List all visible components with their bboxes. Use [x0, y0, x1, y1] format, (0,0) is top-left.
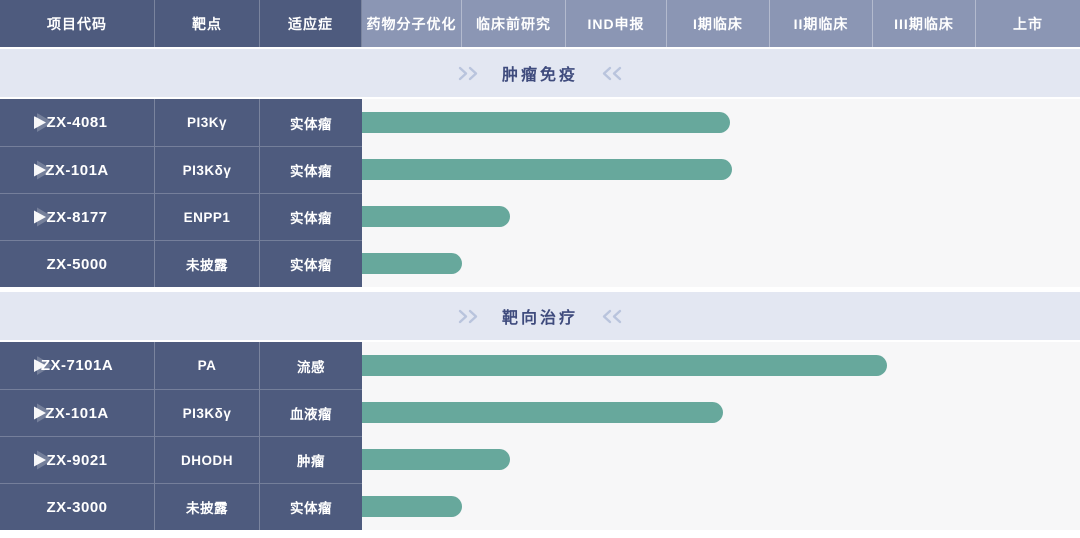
progress-track: [362, 193, 1080, 240]
progress-track: [362, 389, 1080, 436]
play-icon[interactable]: [34, 116, 46, 129]
indication-label: 血液瘤: [290, 403, 332, 423]
col-phase2: II期临床: [770, 0, 873, 47]
table-row: ZX-7101A PA 流感: [0, 342, 1080, 389]
indication-label: 实体瘤: [290, 113, 332, 133]
section-band-targeted-therapy: 靶向治疗: [0, 292, 1080, 340]
project-code: ZX-8177: [46, 209, 107, 226]
section-rows-targeted-therapy: ZX-7101A PA 流感 ZX-101A PI3Kδγ 血液瘤 ZX-902…: [0, 342, 1080, 530]
target-cell: PI3Kγ: [155, 99, 260, 146]
section-rows-tumor-immunity: ZX-4081 PI3Kγ 实体瘤 ZX-101A PI3Kδγ 实体瘤 ZX-…: [0, 99, 1080, 287]
col-market: 上市: [976, 0, 1080, 47]
progress-track: [362, 99, 1080, 146]
col-project-code: 项目代码: [0, 0, 155, 47]
play-icon[interactable]: [34, 164, 46, 177]
play-icon[interactable]: [34, 359, 46, 372]
table-row: ZX-9021 DHODH 肿瘤: [0, 436, 1080, 483]
indication-cell: 实体瘤: [260, 193, 362, 240]
col-phase1: I期临床: [667, 0, 770, 47]
project-code: ZX-101A: [45, 162, 109, 179]
project-code-cell[interactable]: ZX-7101A: [0, 342, 155, 389]
chevrons-right-icon: [458, 66, 484, 81]
table-row: ZX-101A PI3Kδγ 实体瘤: [0, 146, 1080, 193]
progress-bar: [362, 112, 730, 133]
progress-bar: [362, 449, 510, 470]
pipeline-page: 项目代码 靶点 适应症 药物分子优化 临床前研究 IND申报 I期临床 II期临…: [0, 0, 1080, 538]
indication-cell: 流感: [260, 342, 362, 389]
target-cell: 未披露: [155, 240, 260, 287]
target-label: 未披露: [186, 497, 228, 517]
indication-label: 实体瘤: [290, 160, 332, 180]
target-cell: PI3Kδγ: [155, 389, 260, 436]
project-code: ZX-101A: [45, 405, 109, 422]
progress-bar: [362, 496, 462, 517]
project-code: ZX-9021: [46, 452, 107, 469]
section-band-tumor-immunity: 肿瘤免疫: [0, 49, 1080, 97]
col-ind-filing: IND申报: [566, 0, 667, 47]
target-label: PI3Kδγ: [183, 163, 232, 178]
progress-track: [362, 436, 1080, 483]
target-cell: ENPP1: [155, 193, 260, 240]
progress-bar: [362, 206, 510, 227]
project-code-cell[interactable]: ZX-5000: [0, 240, 155, 287]
target-label: PI3Kγ: [187, 115, 227, 130]
indication-label: 实体瘤: [290, 497, 332, 517]
play-icon[interactable]: [34, 454, 46, 467]
progress-track: [362, 146, 1080, 193]
target-label: PI3Kδγ: [183, 406, 232, 421]
project-code-cell[interactable]: ZX-101A: [0, 389, 155, 436]
indication-cell: 实体瘤: [260, 146, 362, 193]
progress-bar: [362, 355, 887, 376]
table-row: ZX-5000 未披露 实体瘤: [0, 240, 1080, 287]
project-code-cell[interactable]: ZX-101A: [0, 146, 155, 193]
play-icon[interactable]: [34, 407, 46, 420]
table-row: ZX-3000 未披露 实体瘤: [0, 483, 1080, 530]
indication-cell: 实体瘤: [260, 240, 362, 287]
progress-track: [362, 342, 1080, 389]
table-row: ZX-101A PI3Kδγ 血液瘤: [0, 389, 1080, 436]
col-molecule-optimization: 药物分子优化: [362, 0, 462, 47]
chevrons-left-icon: [596, 66, 622, 81]
indication-label: 实体瘤: [290, 254, 332, 274]
project-code-cell[interactable]: ZX-4081: [0, 99, 155, 146]
indication-label: 肿瘤: [297, 450, 325, 470]
section-title: 肿瘤免疫: [502, 61, 578, 85]
table-header: 项目代码 靶点 适应症 药物分子优化 临床前研究 IND申报 I期临床 II期临…: [0, 0, 1080, 47]
col-preclinical: 临床前研究: [462, 0, 566, 47]
project-code: ZX-5000: [46, 256, 107, 273]
indication-label: 流感: [297, 356, 325, 376]
project-code: ZX-3000: [46, 499, 107, 516]
col-indication: 适应症: [260, 0, 362, 47]
indication-cell: 血液瘤: [260, 389, 362, 436]
table-row: ZX-8177 ENPP1 实体瘤: [0, 193, 1080, 240]
target-cell: 未披露: [155, 483, 260, 530]
project-code-cell[interactable]: ZX-3000: [0, 483, 155, 530]
chevrons-right-icon: [458, 309, 484, 324]
col-phase3: III期临床: [873, 0, 976, 47]
col-target: 靶点: [155, 0, 260, 47]
project-code: ZX-4081: [46, 114, 107, 131]
play-icon[interactable]: [34, 211, 46, 224]
target-label: DHODH: [181, 453, 233, 468]
progress-track: [362, 240, 1080, 287]
target-cell: DHODH: [155, 436, 260, 483]
indication-cell: 实体瘤: [260, 99, 362, 146]
target-cell: PA: [155, 342, 260, 389]
chevrons-left-icon: [596, 309, 622, 324]
project-code-cell[interactable]: ZX-8177: [0, 193, 155, 240]
project-code-cell[interactable]: ZX-9021: [0, 436, 155, 483]
target-label: 未披露: [186, 254, 228, 274]
indication-label: 实体瘤: [290, 207, 332, 227]
indication-cell: 实体瘤: [260, 483, 362, 530]
section-title: 靶向治疗: [502, 304, 578, 328]
table-row: ZX-4081 PI3Kγ 实体瘤: [0, 99, 1080, 146]
progress-track: [362, 483, 1080, 530]
indication-cell: 肿瘤: [260, 436, 362, 483]
progress-bar: [362, 402, 723, 423]
target-cell: PI3Kδγ: [155, 146, 260, 193]
target-label: PA: [198, 358, 217, 373]
progress-bar: [362, 253, 462, 274]
target-label: ENPP1: [184, 210, 231, 225]
progress-bar: [362, 159, 732, 180]
